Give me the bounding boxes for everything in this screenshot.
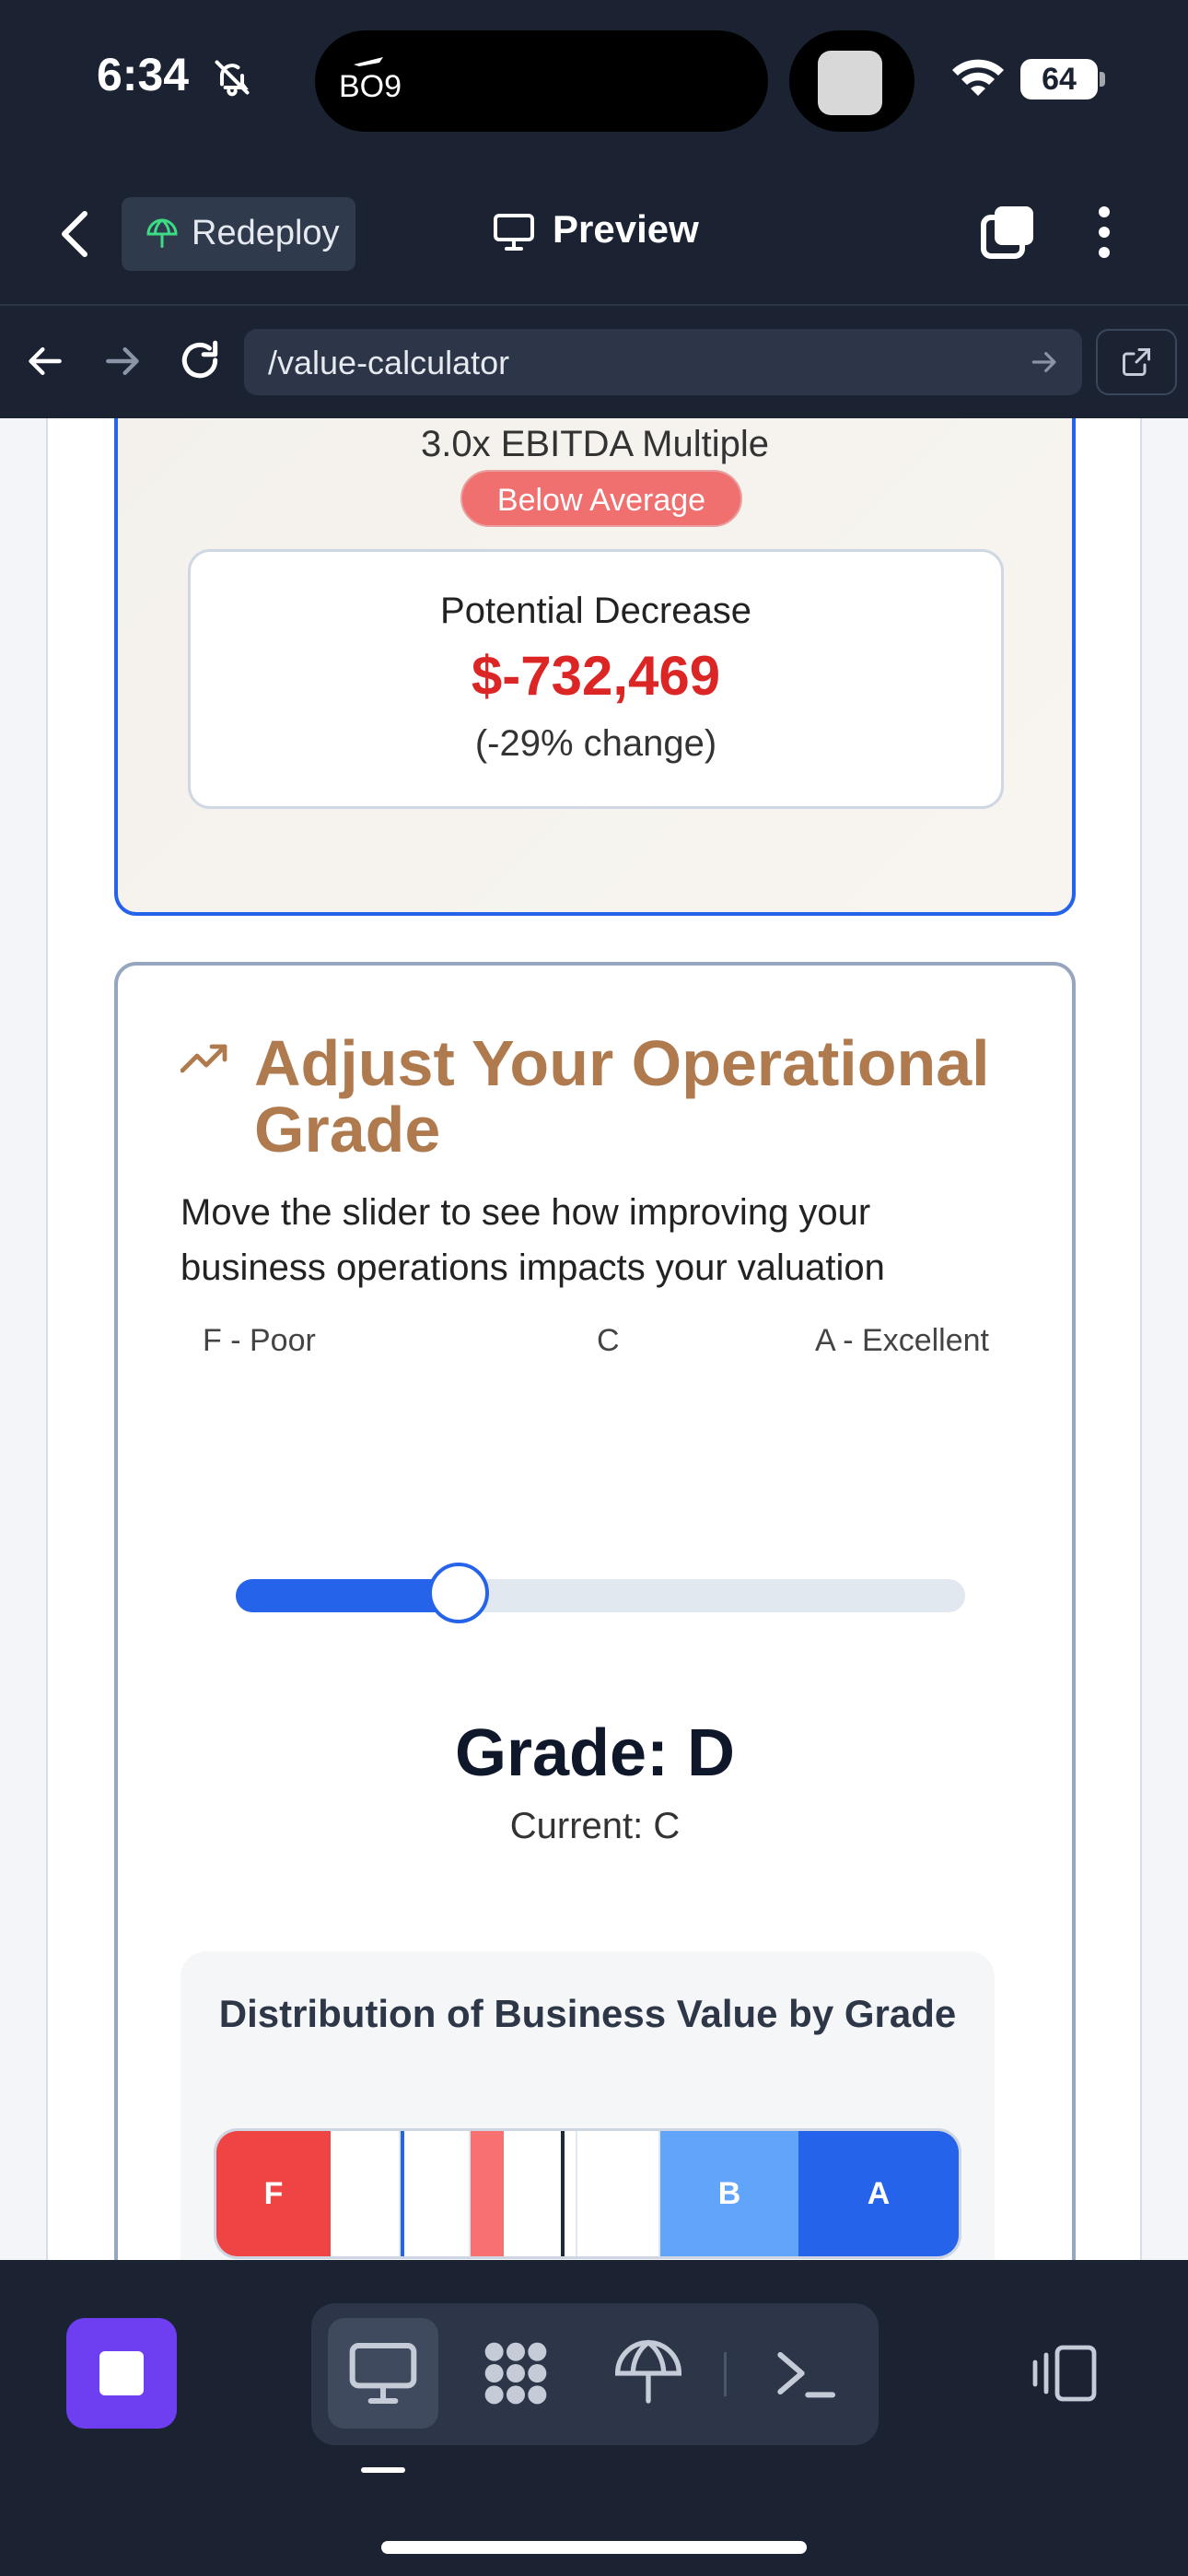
arrow-right-icon[interactable] [101, 341, 142, 381]
redeploy-label: Redeploy [192, 214, 340, 252]
battery-tip [1100, 72, 1105, 87]
web-viewport: 3.0x EBITDA Multiple Below Average Poten… [0, 418, 1188, 2260]
battery-level: 64 [1020, 59, 1098, 100]
valuation-result-card: 3.0x EBITDA Multiple Below Average Poten… [114, 418, 1076, 916]
distribution-bar: F BA [214, 2128, 961, 2259]
toolbar-divider [724, 2352, 727, 2396]
current-grade: Current: C [509, 1806, 681, 1846]
external-link-icon [1123, 348, 1150, 376]
distribution-segment: F [216, 2131, 331, 2256]
airplane-icon [354, 57, 383, 66]
distribution-segment [504, 2131, 577, 2256]
distribution-segment: B [660, 2131, 798, 2256]
trending-up-icon [181, 1044, 227, 1073]
status-time: 6:34 [97, 49, 190, 100]
distribution-segment [331, 2131, 401, 2256]
distribution-segment: A [798, 2131, 959, 2256]
reload-icon[interactable] [177, 337, 223, 383]
puzzle-grid-icon[interactable] [479, 2336, 553, 2410]
ebitda-multiple-text: 3.0x EBITDA Multiple [421, 424, 769, 464]
decrease-label: Potential Decrease [440, 591, 751, 631]
toolbar-preview-button[interactable] [328, 2318, 438, 2429]
grade-slider-track[interactable] [236, 1563, 965, 1623]
distribution-segment [401, 2131, 471, 2256]
go-arrow-icon[interactable] [1029, 347, 1058, 377]
monitor-icon [349, 2343, 417, 2404]
album-art [818, 51, 882, 115]
active-tab-indicator [361, 2467, 405, 2473]
change-percent: (-29% change) [474, 723, 717, 764]
deploy-umbrella-icon [146, 218, 178, 248]
current-marker-line [401, 2131, 404, 2256]
home-indicator [381, 2541, 807, 2554]
redeploy-button[interactable]: Redeploy [122, 197, 355, 271]
terminal-icon[interactable] [768, 2336, 842, 2410]
section-subtitle: Move the slider to see how improving you… [181, 1192, 885, 1288]
grade-slider-thumb[interactable] [428, 1563, 489, 1623]
decrease-value: $-732,469 [471, 645, 721, 707]
url-field[interactable]: /value-calculator [244, 329, 1082, 395]
grade-slider-fill [236, 1579, 459, 1612]
url-text: /value-calculator [268, 344, 510, 381]
average-marker-line [561, 2131, 565, 2256]
potential-decrease-box: Potential Decrease $-732,469 (-29% chang… [188, 549, 1004, 809]
device-rotate-icon[interactable] [1031, 2344, 1100, 2403]
open-external-button[interactable] [1096, 329, 1177, 395]
distribution-title: Distribution of Business Value by Grade [218, 1992, 957, 2035]
distribution-segment [577, 2131, 660, 2256]
island-label: BO9 [339, 69, 402, 104]
monitor-icon [494, 214, 534, 251]
slider-label-left: F - Poor [203, 1323, 316, 1358]
selected-grade: Grade: D [454, 1716, 736, 1790]
stop-icon [99, 2351, 144, 2395]
slider-label-right: A - Excellent [815, 1323, 989, 1358]
preview-tab-label[interactable]: Preview [553, 207, 699, 252]
distribution-segment [471, 2131, 504, 2256]
tabs-icon[interactable] [978, 203, 1037, 262]
section-title: Adjust Your Operational Grade [254, 1027, 990, 1165]
distribution-panel: Distribution of Business Value by Grade … [181, 1951, 995, 2260]
slider-label-middle: C [597, 1323, 620, 1358]
wifi-icon [952, 59, 1004, 96]
status-badge: Below Average [460, 470, 742, 527]
stop-button[interactable] [66, 2318, 177, 2429]
bell-muted-icon [215, 60, 250, 97]
page-container: 3.0x EBITDA Multiple Below Average Poten… [46, 418, 1142, 2260]
grade-adjust-card: Adjust Your Operational Grade Move the s… [114, 962, 1076, 2260]
arrow-left-icon[interactable] [26, 341, 66, 381]
deploy-umbrella-icon[interactable] [611, 2336, 685, 2410]
back-chevron-icon[interactable] [57, 210, 94, 258]
more-options-icon[interactable] [1098, 205, 1111, 260]
